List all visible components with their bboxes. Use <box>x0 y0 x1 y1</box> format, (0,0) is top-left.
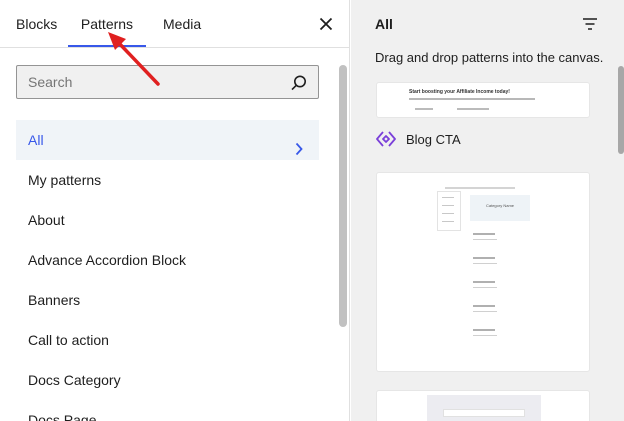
pattern-thumbnail-post <box>473 329 495 331</box>
pattern-thumbnail-post <box>473 311 497 312</box>
pattern-name: Blog CTA <box>406 131 461 147</box>
pattern-thumbnail-post <box>473 257 495 259</box>
inserter-tabs: Blocks Patterns Media <box>0 0 349 48</box>
category-label: All <box>28 132 44 148</box>
pattern-thumbnail-header: Category Name <box>470 195 530 221</box>
preview-title: All <box>375 16 393 32</box>
pattern-thumbnail-heading: Start boosting your Affiliate Income tod… <box>409 89 510 95</box>
category-about[interactable]: About <box>16 200 319 240</box>
pattern-thumbnail-post <box>473 335 497 336</box>
search-box <box>16 65 319 99</box>
category-advance-accordion-block[interactable]: Advance Accordion Block <box>16 240 319 280</box>
pattern-label-blog-cta[interactable]: Blog CTA <box>375 128 461 150</box>
category-banners[interactable]: Banners <box>16 280 319 320</box>
category-label: Docs Category <box>28 372 121 388</box>
category-docs-page[interactable]: Docs Page <box>16 400 319 421</box>
category-label: Advance Accordion Block <box>28 252 186 268</box>
active-tab-indicator <box>68 45 146 47</box>
tab-media[interactable]: Media <box>163 0 201 48</box>
preview-description: Drag and drop patterns into the canvas. <box>375 50 604 65</box>
pattern-thumbnail-post <box>473 263 497 264</box>
pattern-card[interactable]: Start boosting your Affiliate Income tod… <box>376 82 590 118</box>
category-label: My patterns <box>28 172 102 188</box>
pattern-card[interactable] <box>376 390 590 421</box>
pattern-preview-panel: All Drag and drop patterns into the canv… <box>351 0 624 421</box>
category-docs-category[interactable]: Docs Category <box>16 360 319 400</box>
blog-cta-icon <box>375 128 397 150</box>
pattern-thumbnail-breadcrumb <box>445 187 515 189</box>
category-label: Call to action <box>28 332 109 348</box>
pattern-thumbnail-sidebar <box>437 191 461 231</box>
pattern-card[interactable]: Category Name <box>376 172 590 372</box>
pattern-thumbnail-post <box>473 287 497 288</box>
pattern-thumbnail-post <box>473 281 495 283</box>
pattern-thumbnail-header <box>427 395 541 421</box>
filter-icon[interactable] <box>581 15 599 33</box>
category-my-patterns[interactable]: My patterns <box>16 160 319 200</box>
close-icon[interactable] <box>314 12 338 36</box>
pattern-thumbnail-post <box>473 305 495 307</box>
pattern-thumbnail-post <box>473 233 495 235</box>
pattern-thumbnail-post <box>473 239 497 240</box>
pattern-thumbnail-search <box>443 409 525 417</box>
pattern-thumbnail-button <box>457 108 489 110</box>
pattern-thumbnail-heading: Category Name <box>485 203 514 208</box>
category-label: Banners <box>28 292 81 308</box>
tab-blocks[interactable]: Blocks <box>16 0 57 48</box>
pattern-thumbnail-button <box>415 108 433 110</box>
inserter-panel: Blocks Patterns Media All My patterns Ab… <box>0 0 350 421</box>
search-input[interactable] <box>17 66 277 98</box>
tab-patterns[interactable]: Patterns <box>68 0 146 48</box>
preview-scrollbar[interactable] <box>618 66 624 154</box>
category-call-to-action[interactable]: Call to action <box>16 320 319 360</box>
category-label: Docs Page <box>28 412 97 421</box>
pattern-thumbnail-text <box>409 98 535 100</box>
pattern-category-list: All My patterns About Advance Accordion … <box>16 120 319 421</box>
chevron-right-icon <box>291 132 307 156</box>
search-icon[interactable] <box>290 74 308 92</box>
category-all[interactable]: All <box>16 120 319 160</box>
category-list-scrollbar[interactable] <box>339 65 347 327</box>
category-label: About <box>28 212 65 228</box>
